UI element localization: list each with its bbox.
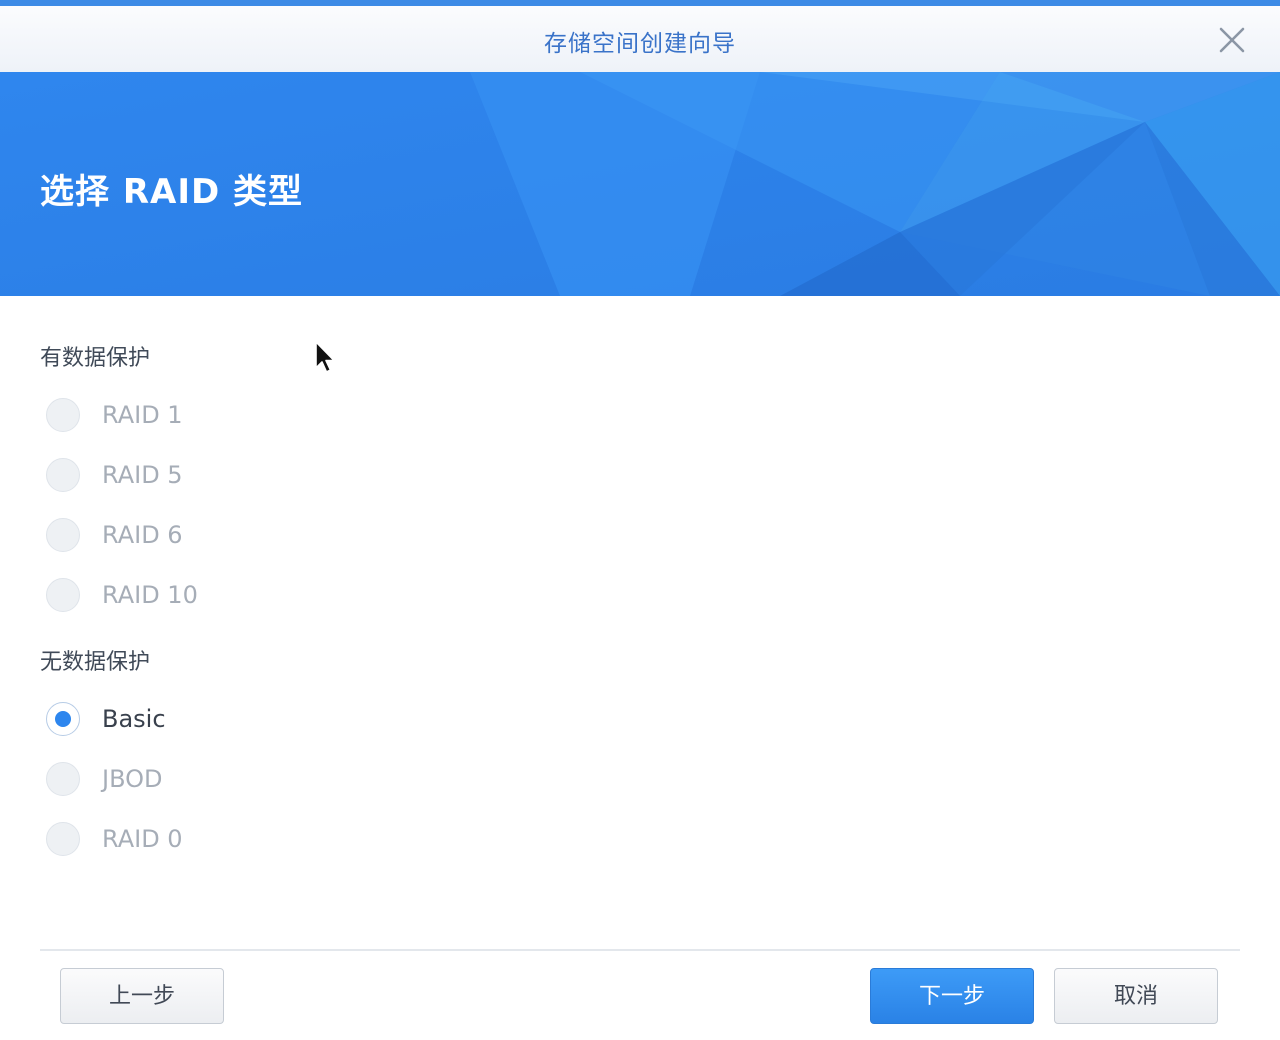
window-title: 存储空间创建向导	[544, 31, 736, 57]
close-icon	[1219, 27, 1245, 53]
radio-label: RAID 10	[102, 581, 198, 609]
radio-button[interactable]	[46, 822, 80, 856]
radio-label: RAID 0	[102, 825, 183, 853]
section-label-without-protection: 无数据保护	[40, 650, 151, 675]
back-button[interactable]: 上一步	[60, 968, 224, 1024]
mouse-cursor-icon	[315, 341, 335, 373]
window-titlebar: 存储空间创建向导	[0, 6, 1280, 73]
radio-label: RAID 5	[102, 461, 183, 489]
footer-divider	[40, 949, 1240, 951]
radio-option-raid-1[interactable]: RAID 1	[46, 397, 346, 435]
radio-option-raid-5[interactable]: RAID 5	[46, 457, 346, 495]
radio-button-selected[interactable]	[46, 702, 80, 736]
section-label-with-protection: 有数据保护	[40, 346, 151, 371]
radio-option-raid-0[interactable]: RAID 0	[46, 821, 346, 859]
radio-button[interactable]	[46, 578, 80, 612]
radio-label: RAID 1	[102, 401, 183, 429]
radio-label: RAID 6	[102, 521, 183, 549]
radio-button[interactable]	[46, 458, 80, 492]
cancel-button[interactable]: 取消	[1054, 968, 1218, 1024]
radio-option-raid-6[interactable]: RAID 6	[46, 517, 346, 555]
close-button[interactable]	[1218, 26, 1246, 54]
radio-option-basic[interactable]: Basic	[46, 701, 346, 739]
radio-button[interactable]	[46, 518, 80, 552]
radio-button[interactable]	[46, 762, 80, 796]
radio-option-jbod[interactable]: JBOD	[46, 761, 346, 799]
header-banner: 选择 RAID 类型	[0, 72, 1280, 296]
radio-button[interactable]	[46, 398, 80, 432]
radio-label: JBOD	[102, 765, 163, 793]
radio-dot	[55, 711, 71, 727]
step-title: 选择 RAID 类型	[40, 172, 304, 212]
next-button[interactable]: 下一步	[870, 968, 1034, 1024]
radio-label: Basic	[102, 705, 166, 733]
radio-option-raid-10[interactable]: RAID 10	[46, 577, 346, 615]
